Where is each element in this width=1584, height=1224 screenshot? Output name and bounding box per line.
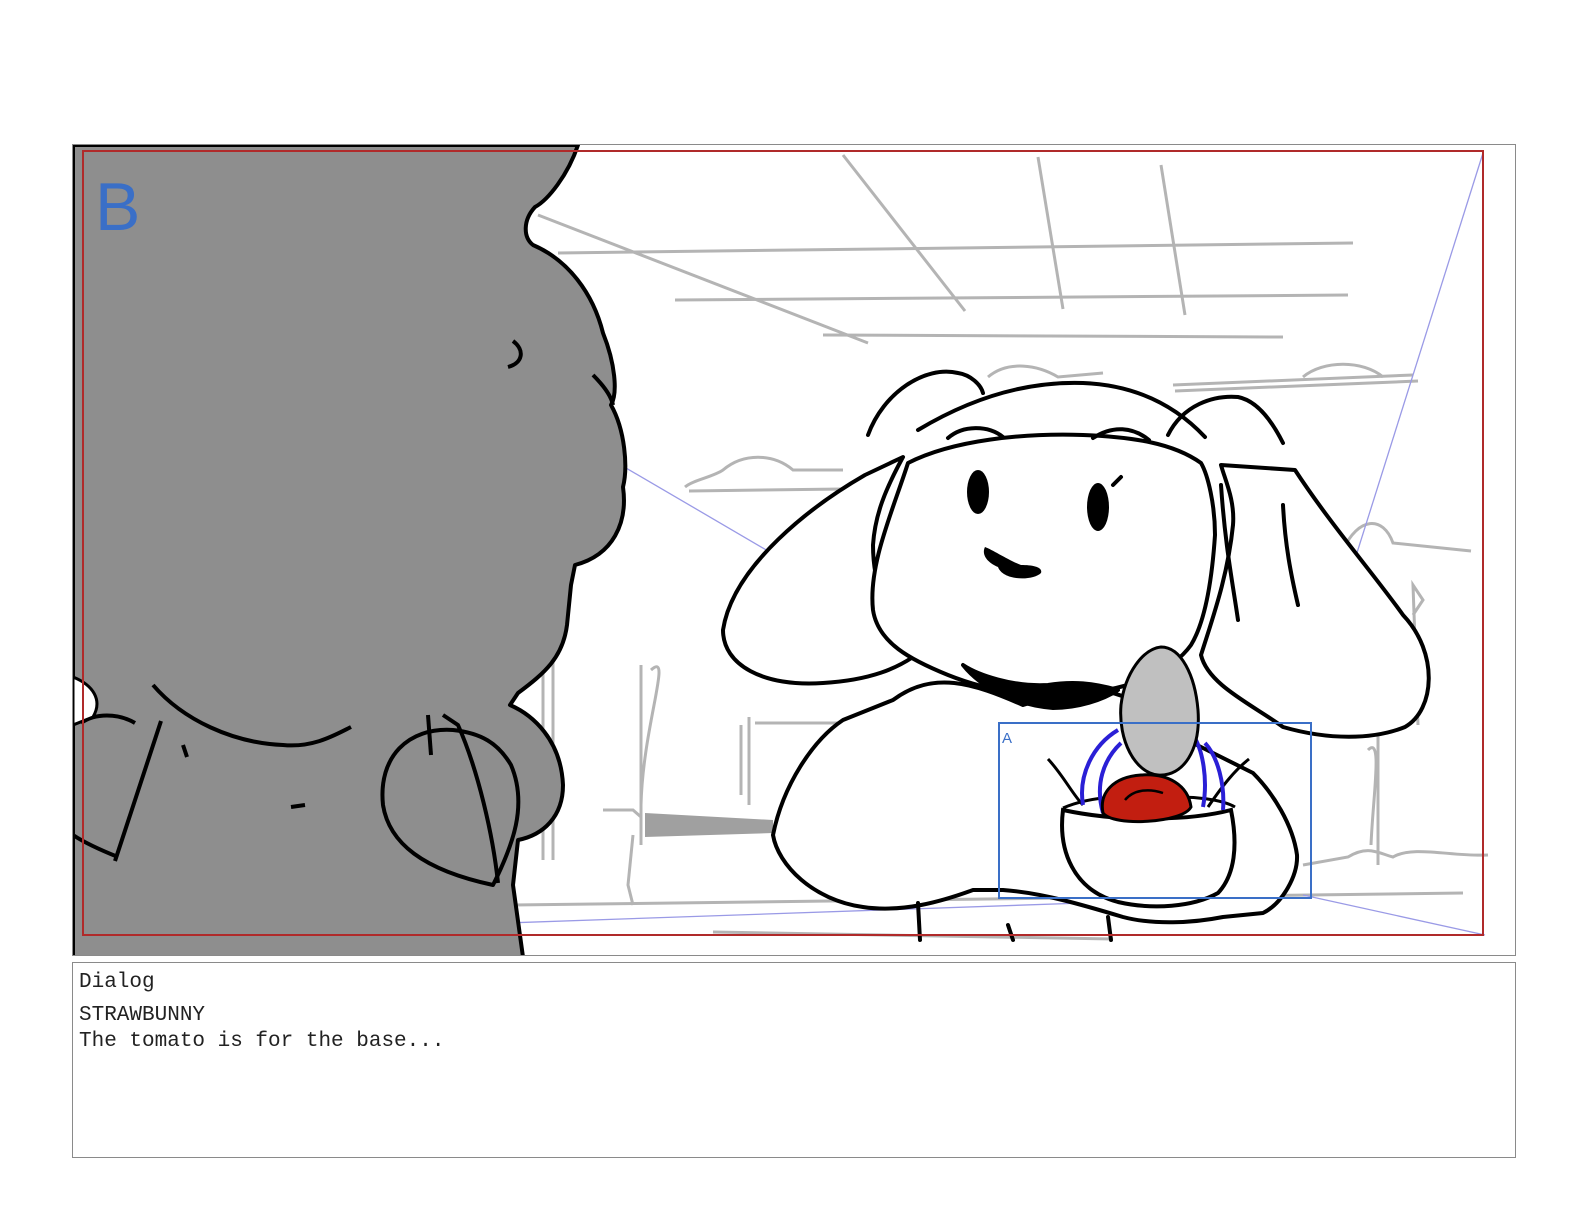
dialog-line: The tomato is for the base... xyxy=(79,1030,445,1053)
storyboard-page: A B Dialog STRAWBUNNY The tomato is for … xyxy=(0,0,1584,1224)
panel-drawing: A xyxy=(73,145,1489,955)
dialog-box: Dialog STRAWBUNNY The tomato is for the … xyxy=(72,962,1516,1158)
dialog-speaker: STRAWBUNNY xyxy=(79,1004,206,1027)
storyboard-panel: A B xyxy=(72,144,1516,956)
subframe-label: A xyxy=(1002,730,1012,747)
ground-shadow xyxy=(645,813,773,837)
panel-label: B xyxy=(95,169,141,245)
dialog-heading: Dialog xyxy=(79,971,155,994)
